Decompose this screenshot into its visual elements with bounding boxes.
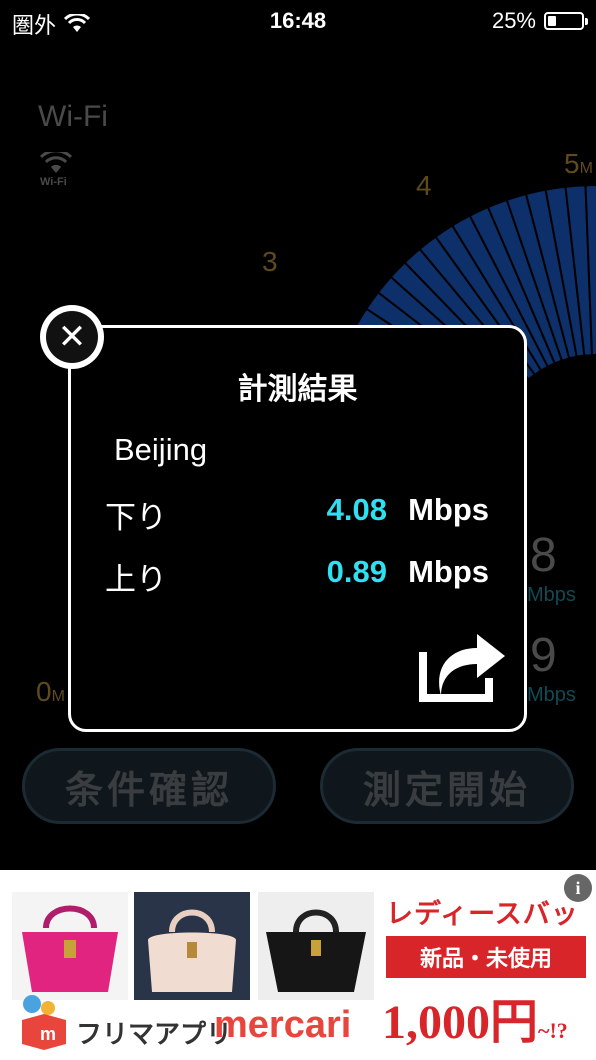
black-bag-image xyxy=(258,892,374,1000)
mercari-box-icon: m xyxy=(22,995,66,1050)
check-conditions-button[interactable]: 条件確認 xyxy=(22,748,276,824)
gauge-tick-4: 4 xyxy=(416,170,432,201)
close-button[interactable]: ✕ xyxy=(40,305,104,369)
download-row: 下り 4.08 Mbps xyxy=(105,492,489,536)
download-unit: Mbps xyxy=(408,492,489,527)
ad-price: 1,000円~!? xyxy=(382,996,568,1049)
svg-text:m: m xyxy=(40,1024,56,1044)
gauge-tick-3: 3 xyxy=(262,246,278,277)
ad-brand-en: mercari xyxy=(214,1004,352,1046)
download-unit-bg: Mbps xyxy=(527,584,576,606)
info-icon[interactable]: i xyxy=(564,874,592,902)
download-value: 4.08 xyxy=(326,492,387,527)
download-value-bg: 8 xyxy=(530,529,557,582)
download-label: 下り xyxy=(105,500,167,536)
close-icon: ✕ xyxy=(46,311,98,363)
upload-row: 上り 0.89 Mbps xyxy=(105,554,489,598)
upload-label: 上り xyxy=(105,562,167,598)
ad-badge: 新品・未使用 xyxy=(386,936,586,978)
ad-brand-jp: フリマアプリ xyxy=(76,1020,233,1050)
location-label: Beijing xyxy=(114,432,208,467)
pink-bag-image xyxy=(12,892,128,1000)
upload-unit: Mbps xyxy=(408,554,489,589)
share-icon[interactable] xyxy=(419,632,509,702)
result-dialog: 計測結果 Beijing 下り 4.08 Mbps 上り 0.89 Mbps xyxy=(68,325,527,732)
beige-bag-image xyxy=(134,892,250,1000)
upload-value: 0.89 xyxy=(326,554,387,589)
upload-value-bg: 9 xyxy=(530,629,557,682)
dialog-title: 計測結果 xyxy=(237,372,358,407)
start-measurement-button[interactable]: 測定開始 xyxy=(320,748,574,824)
gauge-tick-0: 0M xyxy=(36,676,65,707)
upload-unit-bg: Mbps xyxy=(527,684,576,706)
gauge-tick-5: 5M xyxy=(564,148,593,179)
